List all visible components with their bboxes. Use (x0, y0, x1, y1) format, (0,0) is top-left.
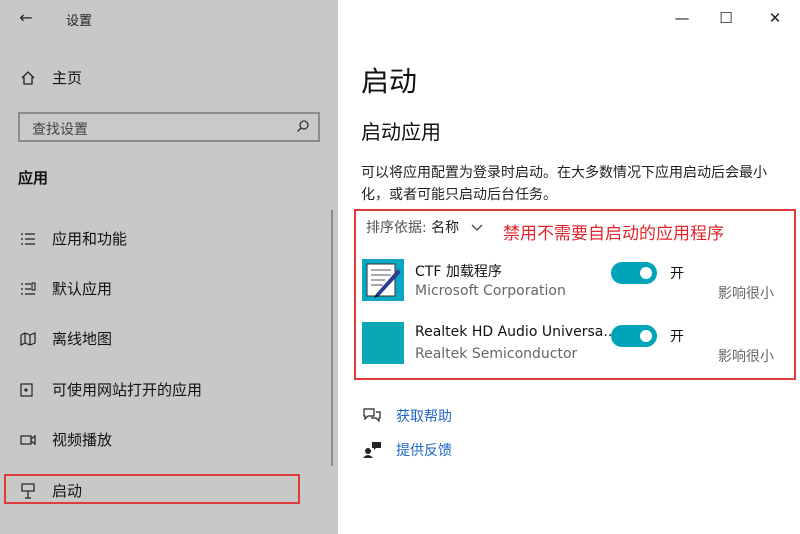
sidebar: ← 设置 主页 查找设置 应用 应用和功能 默认应用 离线地图 可使用网站打开的… (0, 0, 338, 534)
toggle-knob (640, 267, 652, 279)
map-icon (18, 329, 38, 349)
sidebar-item-label: 默认应用 (52, 280, 113, 298)
startup-highlight-box (4, 474, 300, 504)
video-icon (18, 430, 38, 450)
sidebar-item-apps-features[interactable]: 应用和功能 (18, 228, 127, 249)
list-item: CTF 加载程序 Microsoft Corporation 开 影响很小 (362, 259, 782, 303)
section-subtitle: 启动应用 (361, 120, 441, 144)
home-icon (18, 68, 38, 88)
list-icon (18, 229, 38, 249)
chat-help-icon (361, 406, 383, 426)
search-input[interactable]: 查找设置 (18, 112, 320, 142)
website-apps-icon (18, 380, 38, 400)
sidebar-item-home[interactable]: 主页 (18, 67, 82, 88)
sidebar-item-video-playback[interactable]: 视频播放 (18, 429, 112, 450)
app-name: Realtek HD Audio Universa... (415, 324, 617, 340)
startup-toggle[interactable] (611, 262, 657, 284)
close-icon[interactable]: ✕ (761, 6, 789, 30)
toggle-state-label: 开 (670, 329, 684, 345)
page-title: 启动 (361, 65, 418, 98)
ctf-loader-app-icon (362, 259, 404, 301)
search-placeholder: 查找设置 (32, 122, 88, 138)
minimize-icon[interactable]: — (668, 6, 696, 30)
realtek-app-icon (362, 322, 404, 364)
back-arrow-icon[interactable]: ← (14, 6, 38, 30)
sidebar-item-label: 视频播放 (52, 431, 113, 449)
sidebar-item-label: 主页 (52, 69, 83, 87)
feedback-icon (361, 440, 383, 460)
window-title: 设置 (66, 14, 93, 29)
list-item: Realtek HD Audio Universa... Realtek Sem… (362, 322, 782, 366)
description-text: 可以将应用配置为登录时启动。在大多数情况下应用启动后会最小化，或者可能只启动后台… (361, 165, 767, 203)
sidebar-item-default-apps[interactable]: 默认应用 (18, 278, 112, 299)
toggle-knob (640, 330, 652, 342)
link-label: 获取帮助 (396, 409, 452, 425)
sidebar-item-label: 可使用网站打开的应用 (52, 381, 203, 399)
app-publisher: Realtek Semiconductor (415, 346, 578, 362)
get-help-link[interactable]: 获取帮助 (361, 406, 452, 426)
toggle-state-label: 开 (670, 266, 684, 282)
startup-impact: 影响很小 (718, 349, 774, 365)
app-publisher: Microsoft Corporation (415, 283, 566, 299)
link-label: 提供反馈 (396, 443, 452, 459)
startup-impact: 影响很小 (718, 286, 774, 302)
section-title: 应用 (18, 169, 49, 187)
search-icon[interactable] (296, 119, 310, 137)
feedback-link[interactable]: 提供反馈 (361, 440, 452, 460)
app-name: CTF 加载程序 (415, 264, 502, 280)
sidebar-item-label: 离线地图 (52, 330, 113, 348)
maximize-icon[interactable]: ☐ (712, 6, 740, 30)
default-apps-icon (18, 279, 38, 299)
sidebar-item-label: 应用和功能 (52, 230, 128, 248)
sidebar-scrollbar[interactable] (331, 210, 333, 466)
sidebar-item-website-apps[interactable]: 可使用网站打开的应用 (18, 379, 202, 400)
startup-toggle[interactable] (611, 325, 657, 347)
sidebar-item-offline-maps[interactable]: 离线地图 (18, 328, 112, 349)
